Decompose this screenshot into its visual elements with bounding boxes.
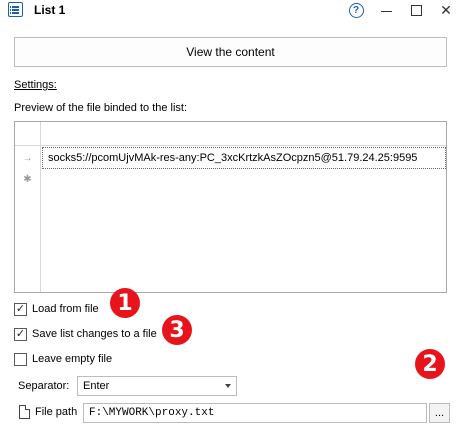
- table-row[interactable]: → socks5://pcomUjvMAk-res-any:PC_3xcKrtz…: [15, 147, 446, 169]
- table-cell[interactable]: [42, 168, 446, 190]
- grid-header: [15, 122, 446, 146]
- maximize-button[interactable]: [401, 0, 431, 20]
- separator-select[interactable]: Enter: [77, 376, 237, 396]
- title-bar: List 1 ? ✕: [0, 0, 461, 20]
- chevron-down-icon: [225, 384, 231, 388]
- grid-header-corner: [15, 122, 41, 146]
- file-icon: [19, 405, 30, 419]
- file-path-label: File path: [35, 406, 78, 418]
- minimize-icon: [380, 10, 392, 12]
- load-from-file-label: Load from file: [32, 303, 99, 315]
- current-row-arrow-icon: →: [15, 147, 41, 169]
- minimize-button[interactable]: [371, 0, 401, 20]
- save-changes-option[interactable]: ✓ Save list changes to a file: [14, 326, 157, 342]
- window-title: List 1: [34, 3, 66, 17]
- table-cell[interactable]: socks5://pcomUjvMAk-res-any:PC_3xcKrtzkA…: [42, 147, 446, 169]
- annotation-badge-3: 3: [162, 315, 192, 345]
- settings-heading: Settings:: [14, 79, 57, 91]
- save-changes-checkbox[interactable]: ✓: [14, 327, 27, 341]
- help-button[interactable]: ?: [341, 0, 371, 20]
- file-path-input[interactable]: F:\MYWORK\proxy.txt: [83, 403, 427, 423]
- load-from-file-option[interactable]: ✓ Load from file: [14, 301, 99, 317]
- annotation-badge-1: 1: [110, 288, 140, 318]
- preview-label: Preview of the file binded to the list:: [14, 102, 188, 114]
- close-icon: ✕: [440, 1, 452, 18]
- help-icon: ?: [348, 2, 364, 18]
- load-from-file-checkbox[interactable]: ✓: [14, 302, 27, 316]
- separator-value: Enter: [83, 380, 110, 392]
- leave-empty-label: Leave empty file: [32, 353, 113, 365]
- browse-button[interactable]: ...: [429, 403, 450, 423]
- view-content-button[interactable]: View the content: [14, 37, 447, 67]
- save-changes-label: Save list changes to a file: [32, 328, 157, 340]
- list-settings-window: List 1 ? ✕ View the content Settings: Pr…: [0, 0, 461, 440]
- new-row[interactable]: ✱: [15, 168, 446, 190]
- annotation-badge-2: 2: [415, 349, 445, 379]
- preview-grid[interactable]: → socks5://pcomUjvMAk-res-any:PC_3xcKrtz…: [14, 121, 447, 293]
- leave-empty-checkbox[interactable]: [14, 352, 27, 366]
- close-button[interactable]: ✕: [431, 0, 461, 20]
- maximize-icon: [410, 4, 422, 16]
- new-row-asterisk-icon: ✱: [15, 168, 41, 190]
- separator-label: Separator:: [18, 380, 70, 392]
- list-icon: [8, 2, 23, 17]
- leave-empty-option[interactable]: Leave empty file: [14, 351, 112, 367]
